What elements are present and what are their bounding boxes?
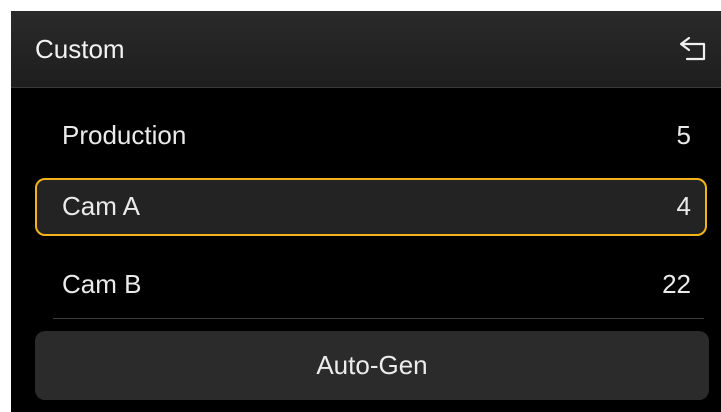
back-button[interactable] [675, 31, 713, 67]
list-item-cam-b[interactable]: Cam B 22 [35, 256, 707, 314]
list-item-value: 5 [676, 120, 691, 150]
list-item-value: 22 [662, 269, 691, 299]
auto-gen-label: Auto-Gen [316, 350, 428, 380]
list-divider [53, 318, 704, 319]
list-item-value: 4 [676, 191, 691, 221]
page-title: Custom [35, 34, 125, 64]
auto-gen-button[interactable]: Auto-Gen [35, 331, 709, 400]
list-item-cam-a[interactable]: Cam A 4 [35, 178, 707, 236]
header-bar: Custom [11, 11, 721, 88]
list-item-label: Production [62, 120, 187, 150]
custom-menu-screen: Custom Production 5 Cam A 4 Cam B 22 Aut… [11, 11, 721, 412]
list-item-production[interactable]: Production 5 [35, 107, 707, 165]
list-item-label: Cam A [62, 191, 141, 221]
return-arrow-icon [679, 36, 706, 61]
list-item-label: Cam B [62, 269, 142, 299]
